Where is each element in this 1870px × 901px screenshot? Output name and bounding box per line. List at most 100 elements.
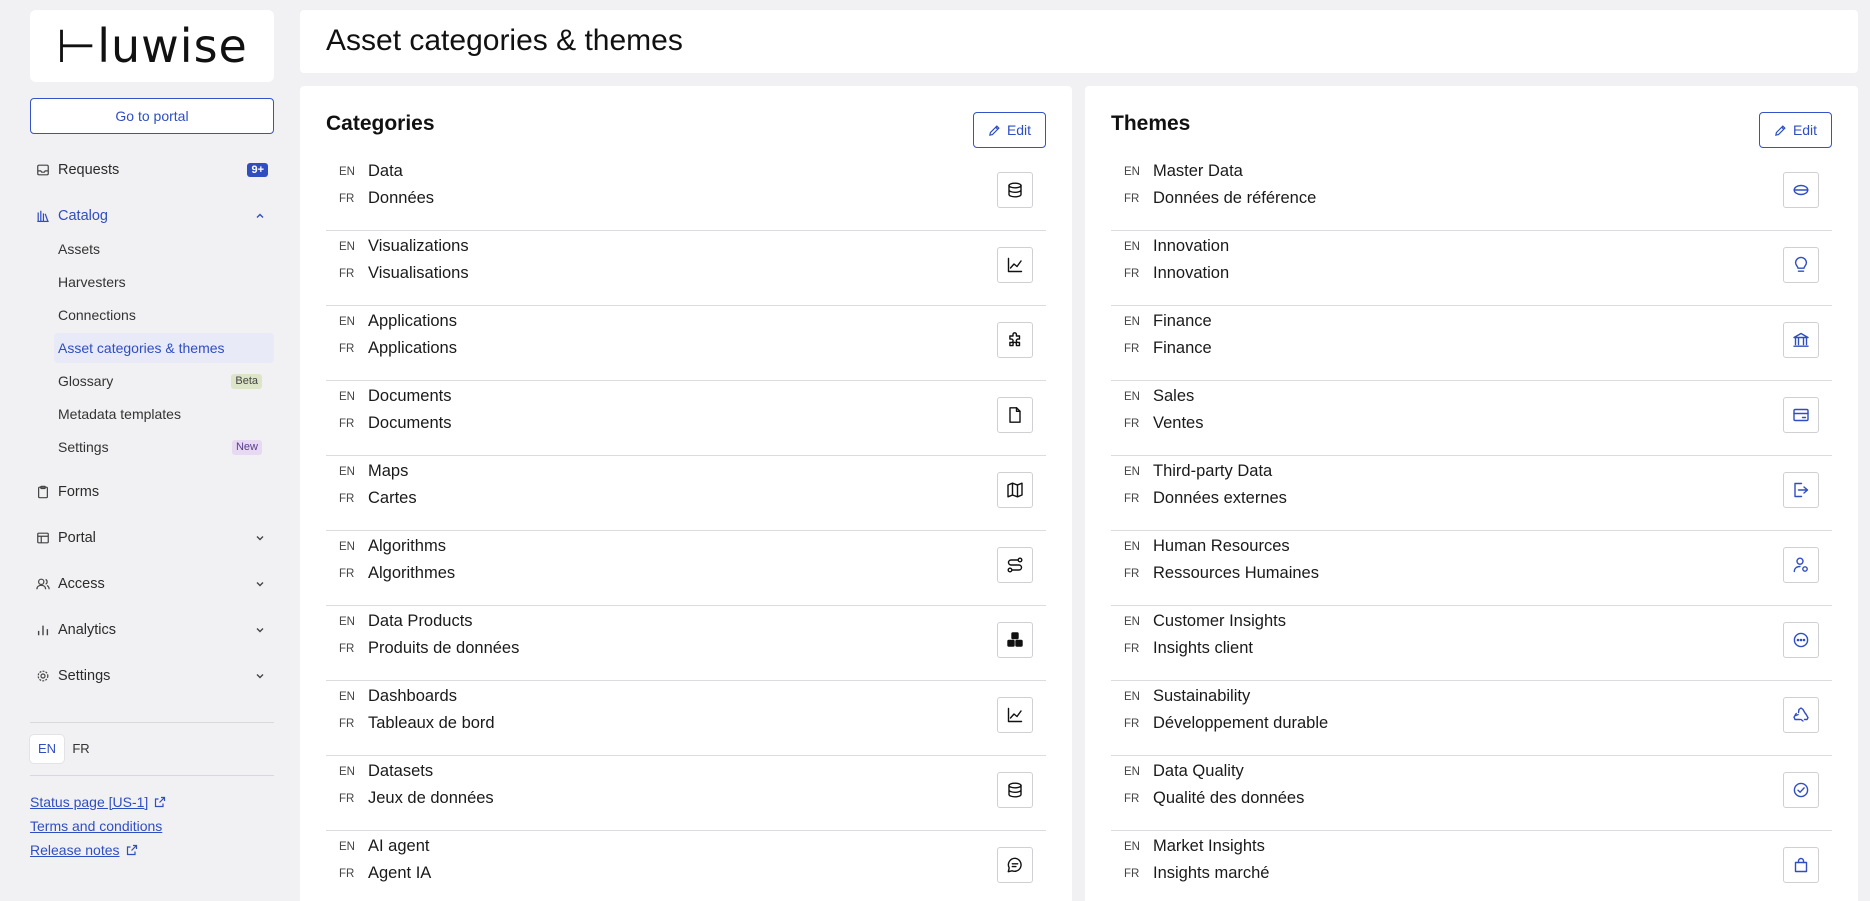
icon-picker-button[interactable] [997,622,1033,658]
nav-catalog[interactable]: Catalog [30,200,274,232]
subnav-connections[interactable]: Connections [54,300,274,330]
nav-portal[interactable]: Portal [30,522,274,554]
icon-picker-button[interactable] [997,472,1033,508]
icon-picker-button[interactable] [1783,397,1819,433]
list-item[interactable]: EN Maps FR Cartes [326,456,1046,531]
fr-line: FR Tableaux de bord [339,714,495,733]
icon-picker-button[interactable] [1783,547,1819,583]
label-en: Sustainability [1153,687,1251,705]
lang-fr-button[interactable]: FR [64,735,98,763]
subnav-asset-categories[interactable]: Asset categories & themes [54,333,274,363]
subnav-settings[interactable]: Settings New [54,432,274,462]
icon-picker-button[interactable] [1783,172,1819,208]
database-icon [1008,782,1022,798]
chevron-down-icon[interactable] [254,624,266,636]
list-item[interactable]: EN Master Data FR Données de référence [1111,156,1832,231]
lang-code-fr: FR [339,492,355,505]
label-en: Human Resources [1153,537,1290,555]
terms-link[interactable]: Terms and conditions [30,814,274,838]
icon-picker-button[interactable] [1783,622,1819,658]
library-icon [36,209,50,223]
lang-code-fr: FR [1124,267,1140,280]
list-item[interactable]: EN Visualizations FR Visualisations [326,231,1046,306]
fr-line: FR Insights marché [1124,864,1269,883]
list-item[interactable]: EN Dashboards FR Tableaux de bord [326,681,1046,756]
list-item[interactable]: EN Market Insights FR Insights marché [1111,831,1832,901]
chevron-down-icon[interactable] [254,578,266,590]
nav-forms[interactable]: Forms [30,476,274,508]
chat-icon [1007,857,1022,873]
lang-code-fr: FR [1124,342,1140,355]
list-item[interactable]: EN Sustainability FR Développement durab… [1111,681,1832,756]
icon-picker-button[interactable] [1783,697,1819,733]
subnav-assets[interactable]: Assets [54,234,274,264]
list-item[interactable]: EN Applications FR Applications [326,306,1046,381]
label-fr: Innovation [1153,264,1230,282]
nav-analytics[interactable]: Analytics [30,614,274,646]
list-item[interactable]: EN Finance FR Finance [1111,306,1832,381]
bar-chart-icon [36,623,50,637]
lang-code-en: EN [339,690,355,703]
logo-container[interactable]: ⊢luwise [30,10,274,82]
icon-picker-button[interactable] [997,172,1033,208]
label-en: Applications [368,312,457,330]
list-item[interactable]: EN Customer Insights FR Insights client [1111,606,1832,681]
card-icon [1793,408,1809,422]
terms-label: Terms and conditions [30,818,163,834]
icon-picker-button[interactable] [1783,322,1819,358]
edit-themes-button[interactable]: Edit [1759,112,1832,148]
nav-requests[interactable]: Requests 9+ [30,154,274,186]
lightbulb-icon [1794,256,1808,272]
list-item[interactable]: EN Innovation FR Innovation [1111,231,1832,306]
icon-picker-button[interactable] [1783,247,1819,283]
icon-picker-button[interactable] [997,772,1033,808]
list-item[interactable]: EN Datasets FR Jeux de données [326,756,1046,831]
lang-code-fr: FR [339,867,355,880]
sidebar-divider [30,722,274,723]
list-item[interactable]: EN Data Products FR Produits de données [326,606,1046,681]
icon-picker-button[interactable] [997,697,1033,733]
label-fr: Ventes [1153,414,1204,432]
icon-picker-button[interactable] [1783,472,1819,508]
nav-access[interactable]: Access [30,568,274,600]
chevron-down-icon[interactable] [254,532,266,544]
list-item[interactable]: EN Data FR Données [326,156,1046,231]
label-fr: Jeux de données [368,789,494,807]
fr-line: FR Qualité des données [1124,789,1304,808]
icon-picker-button[interactable] [997,322,1033,358]
list-item[interactable]: EN Sales FR Ventes [1111,381,1832,456]
icon-picker-button[interactable] [1783,847,1819,883]
icon-picker-button[interactable] [997,847,1033,883]
beta-badge: Beta [231,374,262,389]
external-link-icon [126,844,137,856]
users-icon [36,577,50,591]
list-item[interactable]: EN Human Resources FR Ressources Humaine… [1111,531,1832,606]
chevron-up-icon[interactable] [254,210,266,222]
subnav-harvesters[interactable]: Harvesters [54,267,274,297]
lang-en-button[interactable]: EN [30,735,64,763]
check-circle-icon [1793,782,1809,798]
list-item[interactable]: EN Algorithms FR Algorithmes [326,531,1046,606]
en-line: EN Datasets [339,762,433,781]
edit-categories-button[interactable]: Edit [973,112,1046,148]
label-en: Finance [1153,312,1212,330]
chevron-down-icon[interactable] [254,670,266,682]
status-page-link[interactable]: Status page [US-1] [30,790,274,814]
icon-picker-button[interactable] [997,547,1033,583]
clipboard-icon [36,485,50,499]
list-item[interactable]: EN AI agent FR Agent IA [326,831,1046,901]
subnav-glossary[interactable]: Glossary Beta [54,366,274,396]
icon-picker-button[interactable] [997,397,1033,433]
themes-title: Themes [1111,112,1191,135]
list-item[interactable]: EN Data Quality FR Qualité des données [1111,756,1832,831]
go-to-portal-button[interactable]: Go to portal [30,98,274,134]
list-item[interactable]: EN Documents FR Documents [326,381,1046,456]
list-item[interactable]: EN Third-party Data FR Données externes [1111,456,1832,531]
label-en: Algorithms [368,537,446,555]
label-fr: Insights client [1153,639,1253,657]
icon-picker-button[interactable] [1783,772,1819,808]
icon-picker-button[interactable] [997,247,1033,283]
release-notes-link[interactable]: Release notes [30,838,274,862]
subnav-metadata-templates[interactable]: Metadata templates [54,399,274,429]
nav-settings[interactable]: Settings [30,660,274,692]
